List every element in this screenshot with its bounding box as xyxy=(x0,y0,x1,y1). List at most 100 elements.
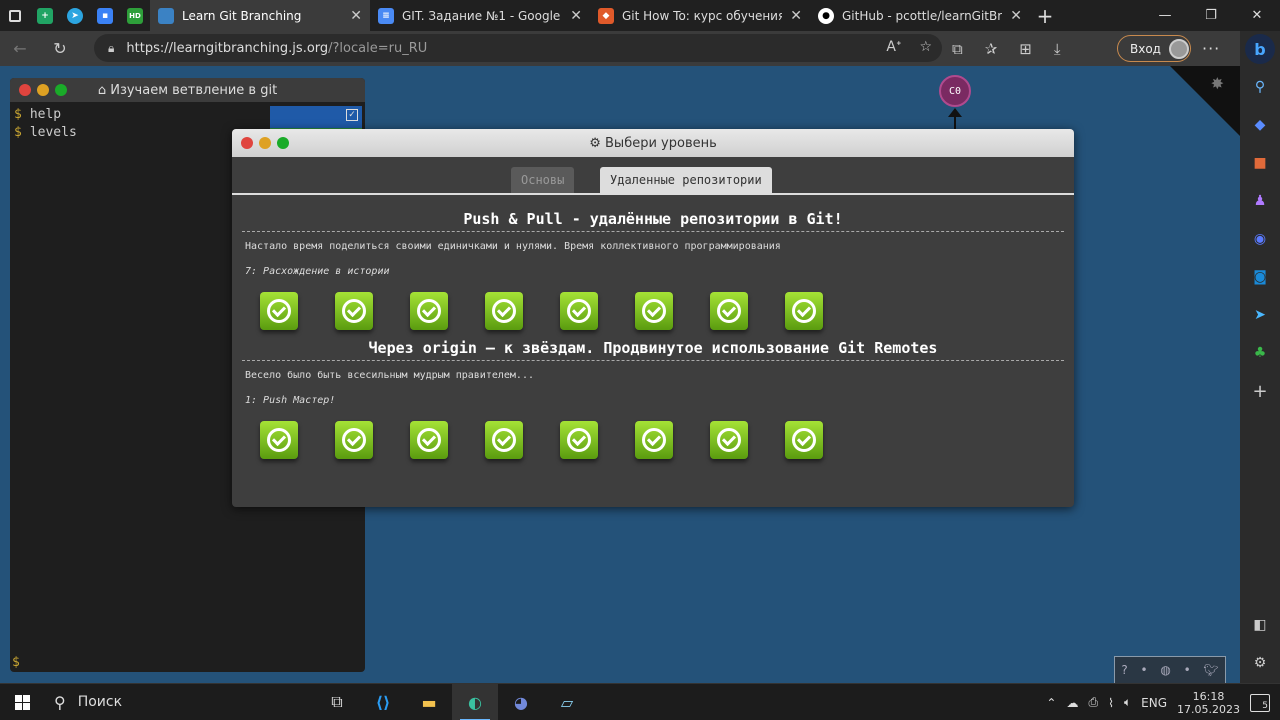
read-aloud-icon[interactable]: Aᐩ xyxy=(886,39,901,55)
vscode-icon[interactable]: ⟨⟩ xyxy=(360,684,406,720)
telegram-icon: ➤ xyxy=(67,7,83,24)
pinned-tab-hd[interactable]: HD xyxy=(120,0,150,31)
language-indicator[interactable]: ENG xyxy=(1141,696,1167,710)
refresh-button[interactable]: ↻ xyxy=(40,31,80,66)
level-button-8[interactable] xyxy=(785,292,823,330)
lock-icon: 🔒︎ xyxy=(108,40,115,55)
level-button-7[interactable] xyxy=(710,292,748,330)
search-icon[interactable]: ⚲ xyxy=(1240,75,1280,99)
add-icon[interactable]: + xyxy=(1240,379,1280,403)
tab-github[interactable]: ● GitHub - pcottle/learnGitBranch ✕ xyxy=(810,0,1030,31)
address-bar[interactable]: 🔒︎ https://learngitbranching.js.org/?loc… xyxy=(94,34,942,62)
weather-icon[interactable]: ☁ xyxy=(1066,696,1078,710)
pinned-tab-chat[interactable]: ▪ xyxy=(90,0,120,31)
tab-actions-icon[interactable] xyxy=(0,0,30,31)
check-icon xyxy=(342,428,366,452)
maximize-dot[interactable] xyxy=(277,137,289,149)
check-icon xyxy=(492,428,516,452)
level-button-2[interactable] xyxy=(335,292,373,330)
favorite-icon[interactable]: ☆ xyxy=(919,39,932,55)
sidebar-layout-icon[interactable]: ◧ xyxy=(1240,613,1280,637)
discord-icon[interactable]: ◕ xyxy=(498,684,544,720)
checkbox-icon[interactable]: ✓ xyxy=(346,109,358,121)
games-icon[interactable]: ♟ xyxy=(1240,189,1280,213)
level-button-6[interactable] xyxy=(635,292,673,330)
sheets-icon: + xyxy=(37,7,53,24)
globe-icon[interactable]: ◍ xyxy=(1160,663,1170,677)
maximize-dot[interactable] xyxy=(55,84,67,96)
level-button-3[interactable] xyxy=(410,292,448,330)
close-window-icon[interactable]: ✕ xyxy=(1234,0,1280,31)
level-button-1[interactable] xyxy=(260,421,298,459)
minimize-icon[interactable]: — xyxy=(1142,0,1188,31)
level-button-4[interactable] xyxy=(485,292,523,330)
tab-git-howto[interactable]: ◆ Git How To: курс обучения Git н ✕ xyxy=(590,0,810,31)
wifi-icon[interactable]: ⌇ xyxy=(1108,696,1114,710)
tab-learn-git-branching[interactable]: Learn Git Branching ✕ xyxy=(150,0,370,31)
search-icon: ⚲ xyxy=(54,692,66,712)
file-explorer-icon[interactable]: ▬ xyxy=(406,684,452,720)
outlook-icon[interactable]: ◙ xyxy=(1240,265,1280,289)
google-docs-icon: ≡ xyxy=(378,7,394,24)
back-button[interactable]: ← xyxy=(0,31,40,66)
more-menu-icon[interactable]: ··· xyxy=(1202,39,1220,58)
close-tab-icon[interactable]: ✕ xyxy=(1010,8,1022,24)
level-button-3[interactable] xyxy=(410,421,448,459)
check-icon xyxy=(267,428,291,452)
downloads-icon[interactable]: ⤓ xyxy=(1054,40,1061,58)
minimize-dot[interactable] xyxy=(259,137,271,149)
pinned-tab-telegram[interactable]: ➤ xyxy=(60,0,90,31)
volume-icon[interactable]: 🔈︎ xyxy=(1124,695,1131,710)
favorites-icon[interactable]: ✰ xyxy=(985,40,998,58)
taskbar-search[interactable]: ⚲ Поиск xyxy=(44,684,314,720)
extensions-icon[interactable]: ⧉ xyxy=(952,40,963,58)
github-corner-icon[interactable]: ✸ xyxy=(1211,74,1224,93)
notepad-icon[interactable]: ▱ xyxy=(544,684,590,720)
task-view-icon[interactable]: ⧉ xyxy=(314,684,360,720)
commit-node[interactable]: C0 xyxy=(939,75,971,107)
lgb-icon xyxy=(158,7,174,24)
taskbar: ⚲ Поиск ⧉ ⟨⟩ ▬ ◐ ◕ ▱ ⌃ ☁ ⎙ ⌇ 🔈︎ ENG 16:1… xyxy=(0,683,1280,720)
chevron-up-icon[interactable]: ⌃ xyxy=(1046,696,1056,710)
tools-icon[interactable]: ■ xyxy=(1240,151,1280,175)
help-icon[interactable]: ? xyxy=(1121,663,1127,677)
level-button-6[interactable] xyxy=(635,421,673,459)
bing-icon[interactable]: b xyxy=(1245,34,1275,64)
avatar xyxy=(1168,38,1189,59)
level-button-5[interactable] xyxy=(560,421,598,459)
level-button-5[interactable] xyxy=(560,292,598,330)
page-content: ✸ C0 ⌂ Изучаем ветвление в git $ help $ le… xyxy=(0,66,1240,683)
settings-icon[interactable]: ⚙ xyxy=(1240,651,1280,675)
close-tab-icon[interactable]: ✕ xyxy=(350,8,362,24)
level-button-1[interactable] xyxy=(260,292,298,330)
new-tab-button[interactable]: + xyxy=(1030,4,1060,28)
close-tab-icon[interactable]: ✕ xyxy=(570,8,582,24)
microsoft365-icon[interactable]: ◉ xyxy=(1240,227,1280,251)
start-button[interactable] xyxy=(0,684,44,720)
send-icon[interactable]: ➤ xyxy=(1240,303,1280,327)
tab-basics[interactable]: Основы xyxy=(511,167,575,193)
close-dot[interactable] xyxy=(241,137,253,149)
tab-remote[interactable]: Удаленные репозитории xyxy=(600,167,772,193)
terminal-input-prompt[interactable]: $ xyxy=(12,655,20,670)
login-button[interactable]: Вход xyxy=(1117,35,1191,62)
collections-icon[interactable]: ⊞ xyxy=(1019,40,1032,58)
clock[interactable]: 16:18 17.05.2023 xyxy=(1177,690,1240,716)
pinned-tab-sheets[interactable]: + xyxy=(30,0,60,31)
level-button-7[interactable] xyxy=(710,421,748,459)
maximize-icon[interactable]: ❐ xyxy=(1188,0,1234,31)
close-tab-icon[interactable]: ✕ xyxy=(790,8,802,24)
shopping-icon[interactable]: ◆ xyxy=(1240,113,1280,137)
device-icon[interactable]: ⎙ xyxy=(1088,695,1098,710)
clock-time: 16:18 xyxy=(1192,689,1225,703)
edge-icon[interactable]: ◐ xyxy=(452,683,498,720)
tree-icon[interactable]: ♣ xyxy=(1240,341,1280,365)
notifications-icon[interactable]: 5 xyxy=(1250,693,1270,712)
tab-google-docs[interactable]: ≡ GIT. Задание №1 - Google Доку ✕ xyxy=(370,0,590,31)
minimize-dot[interactable] xyxy=(37,84,49,96)
level-button-2[interactable] xyxy=(335,421,373,459)
twitter-icon[interactable]: 🐦︎ xyxy=(1203,663,1218,677)
close-dot[interactable] xyxy=(19,84,31,96)
level-button-8[interactable] xyxy=(785,421,823,459)
level-button-4[interactable] xyxy=(485,421,523,459)
